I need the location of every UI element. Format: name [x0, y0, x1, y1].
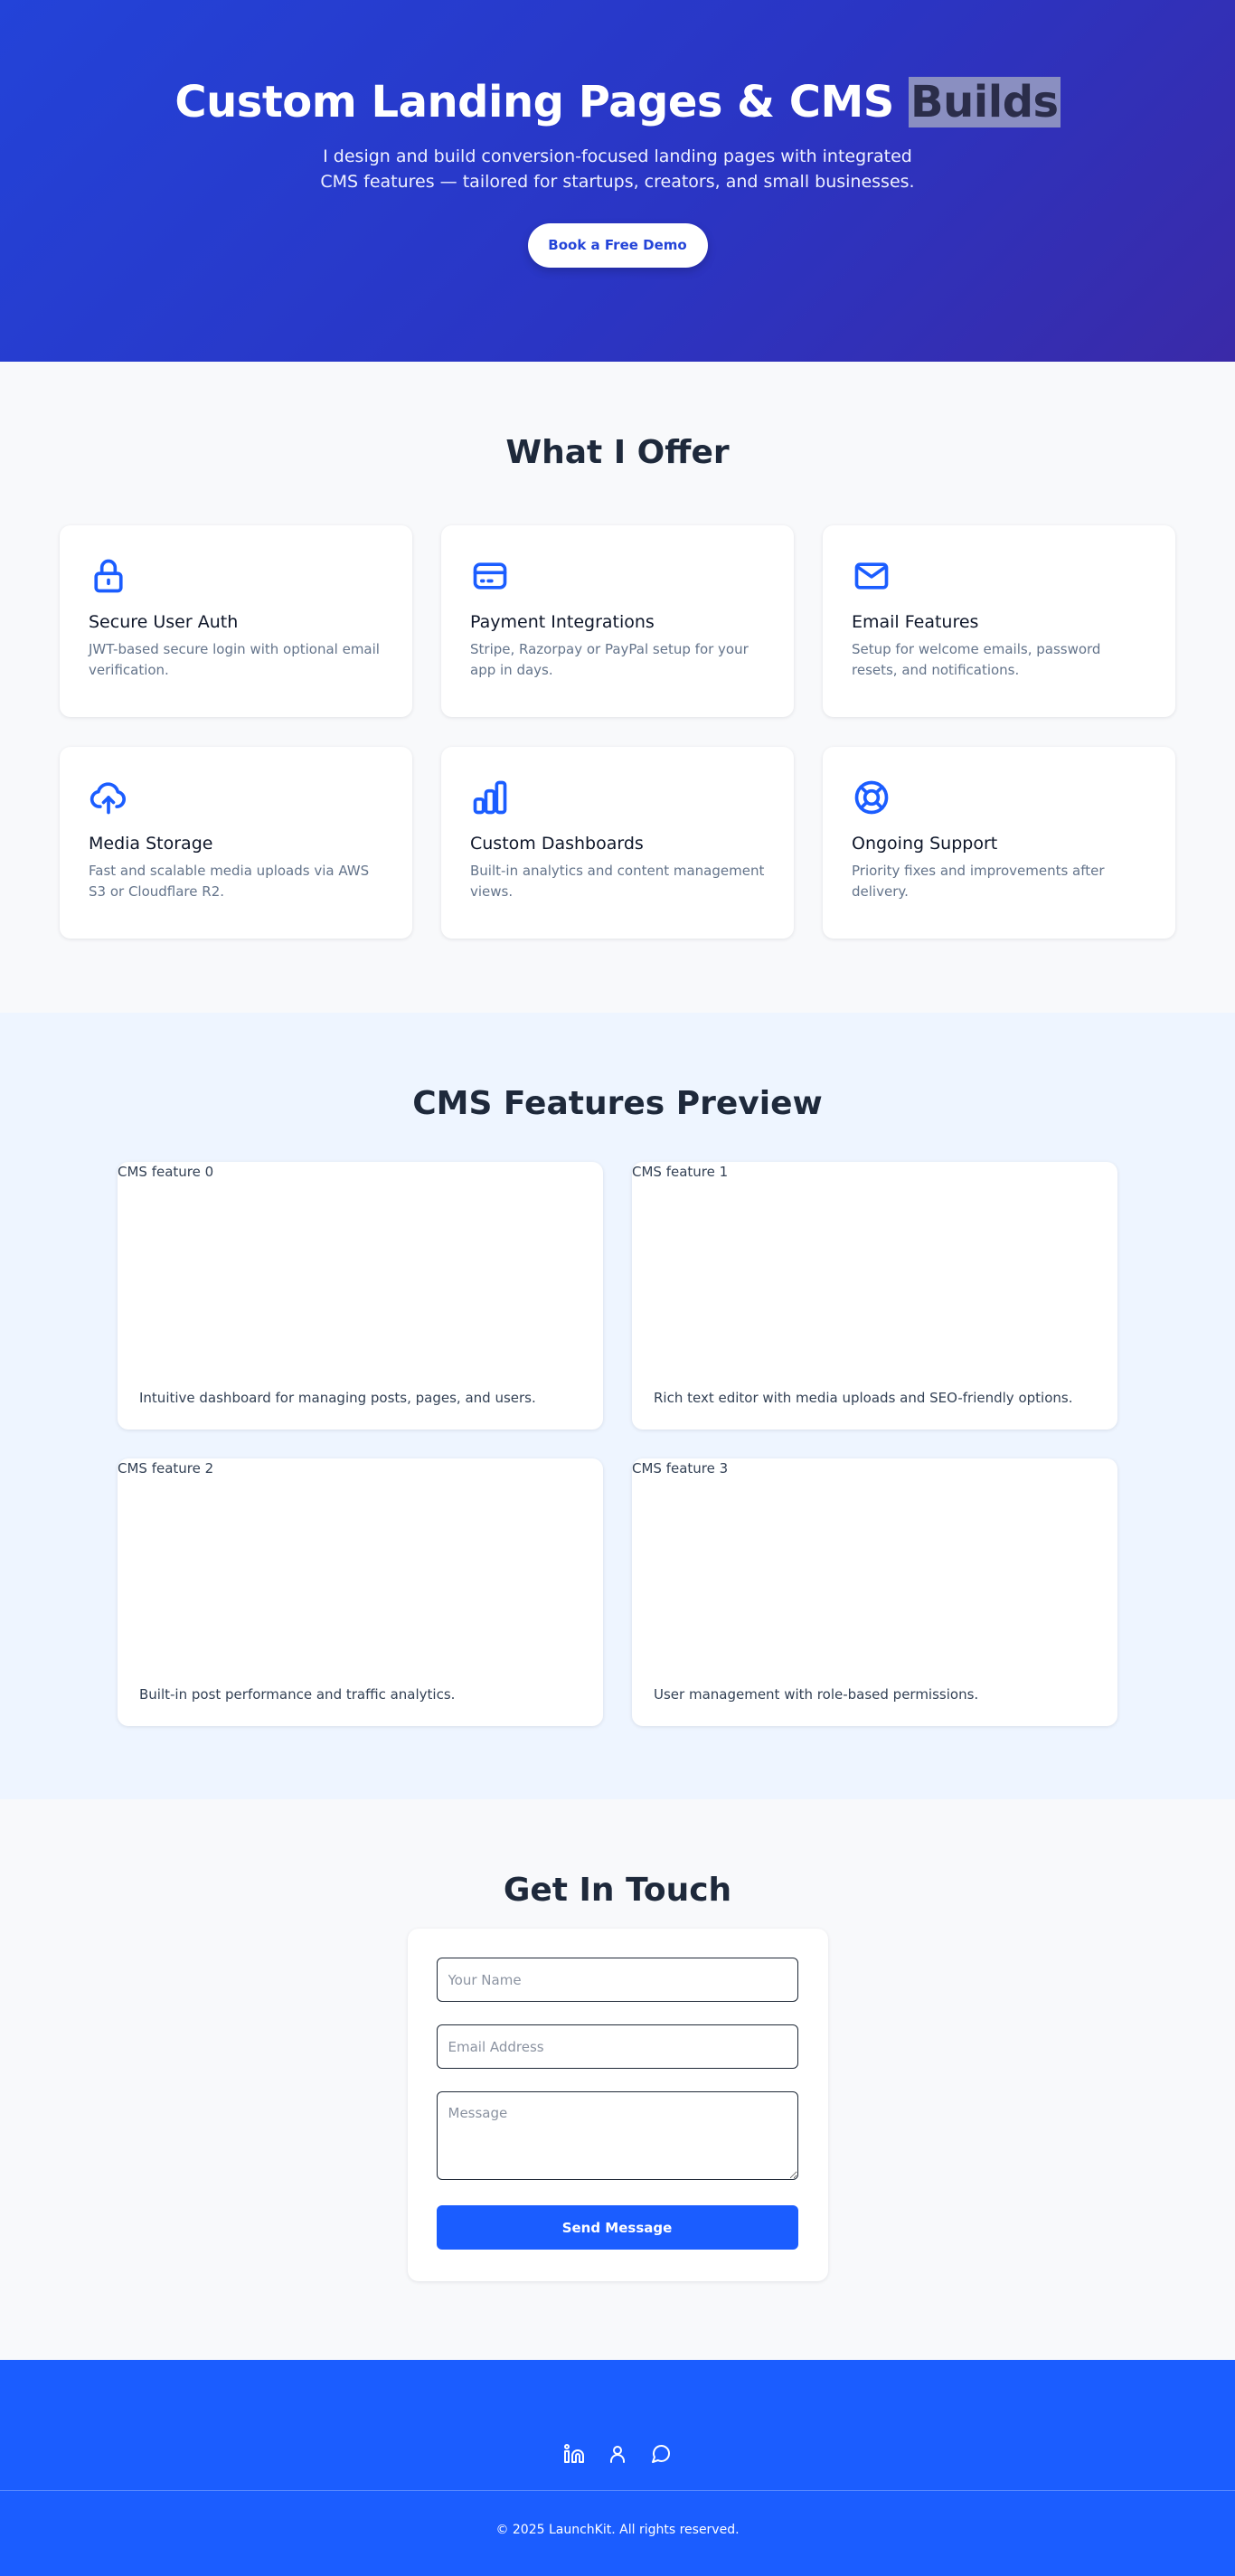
hero-subtitle: I design and build conversion-focused la… [320, 146, 915, 192]
feature-desc: Intuitive dashboard for managing posts, … [139, 1390, 536, 1406]
broken-image: CMS feature 0 [118, 1164, 213, 1180]
footer: © 2025 LaunchKit. All rights reserved. [0, 2360, 1235, 2576]
offer-card: Custom Dashboards Built-in analytics and… [441, 747, 794, 939]
offer-card: Email Features Setup for welcome emails,… [823, 525, 1175, 717]
broken-image: CMS feature 2 [118, 1460, 213, 1477]
user-icon[interactable] [607, 2443, 628, 2465]
footer-divider [0, 2490, 1235, 2491]
credit-card-icon [470, 562, 510, 599]
offer-card-title: Secure User Auth [89, 612, 239, 632]
feature-desc: Built-in post performance and traffic an… [139, 1686, 456, 1703]
name-field[interactable] [436, 1958, 798, 2002]
feature-card: CMS feature 1 Rich text editor with medi… [632, 1162, 1117, 1430]
feature-desc: User management with role-based permissi… [654, 1686, 979, 1703]
hero-section: Custom Landing Pages & CMS Builds I desi… [0, 0, 1235, 362]
offer-card-title: Email Features [852, 612, 979, 632]
offer-card: Ongoing Support Priority fixes and impro… [823, 747, 1175, 939]
offer-card-title: Custom Dashboards [470, 834, 644, 854]
offer-card: Media Storage Fast and scalable media up… [60, 747, 412, 939]
contact-title: Get In Touch [503, 1872, 732, 1909]
feature-card: CMS feature 2 Built-in post performance … [118, 1458, 603, 1726]
offer-card-desc: Priority fixes and improvements after de… [852, 863, 1105, 901]
features-title: CMS Features Preview [412, 1085, 823, 1122]
lifebuoy-icon [852, 780, 891, 821]
hero-title-main: Custom Landing Pages & CMS [174, 77, 894, 127]
offer-card-desc: Built-in analytics and content managemen… [470, 863, 765, 901]
broken-image: CMS feature 1 [632, 1164, 728, 1180]
offer-card-desc: Setup for welcome emails, password reset… [852, 641, 1101, 679]
linkedin-icon[interactable] [563, 2443, 585, 2465]
image-alt-text: CMS feature 2 [118, 1460, 214, 1477]
offer-card-title: Media Storage [89, 834, 213, 854]
offer-card-title: Payment Integrations [470, 612, 655, 632]
offer-card: Payment Integrations Stripe, Razorpay or… [441, 525, 794, 717]
offer-card: Secure User Auth JWT-based secure login … [60, 525, 412, 717]
chat-bubble-icon[interactable] [650, 2443, 672, 2465]
lock-icon [89, 559, 128, 599]
offer-card-title: Ongoing Support [852, 834, 998, 854]
image-alt-text: CMS feature 3 [632, 1460, 729, 1477]
features-section: CMS Features Preview CMS feature 0 Intui… [0, 1013, 1235, 1799]
contact-section: Get In Touch Send Message [0, 1799, 1235, 2360]
bar-chart-icon [470, 780, 510, 821]
copyright-text: © 2025 LaunchKit. All rights reserved. [495, 2523, 740, 2537]
social-links [0, 2443, 1235, 2465]
image-alt-text: CMS feature 1 [632, 1164, 729, 1180]
contact-form: Send Message [407, 1929, 828, 2281]
features-grid: CMS feature 0 Intuitive dashboard for ma… [118, 1162, 1117, 1726]
offer-card-desc: JWT-based secure login with optional ema… [89, 641, 380, 679]
send-message-button[interactable]: Send Message [436, 2205, 798, 2250]
offer-grid: Secure User Auth JWT-based secure login … [60, 525, 1175, 939]
broken-image: CMS feature 3 [632, 1460, 728, 1477]
feature-card: CMS feature 0 Intuitive dashboard for ma… [118, 1162, 603, 1430]
hero-title: Custom Landing Pages & CMS Builds [0, 74, 1235, 130]
email-field[interactable] [436, 2024, 798, 2069]
cloud-upload-icon [89, 782, 128, 821]
book-demo-button[interactable]: Book a Free Demo [527, 223, 708, 269]
offer-section: What I Offer Secure User Auth JWT-based … [0, 362, 1235, 1013]
mail-icon [852, 562, 891, 599]
feature-card: CMS feature 3 User management with role-… [632, 1458, 1117, 1726]
offer-card-desc: Fast and scalable media uploads via AWS … [89, 863, 370, 901]
offer-title: What I Offer [505, 434, 730, 471]
hero-title-highlight: Builds [909, 77, 1061, 127]
offer-card-desc: Stripe, Razorpay or PayPal setup for you… [470, 641, 749, 679]
image-alt-text: CMS feature 0 [118, 1164, 214, 1180]
feature-desc: Rich text editor with media uploads and … [654, 1390, 1073, 1406]
message-field[interactable] [436, 2091, 798, 2180]
